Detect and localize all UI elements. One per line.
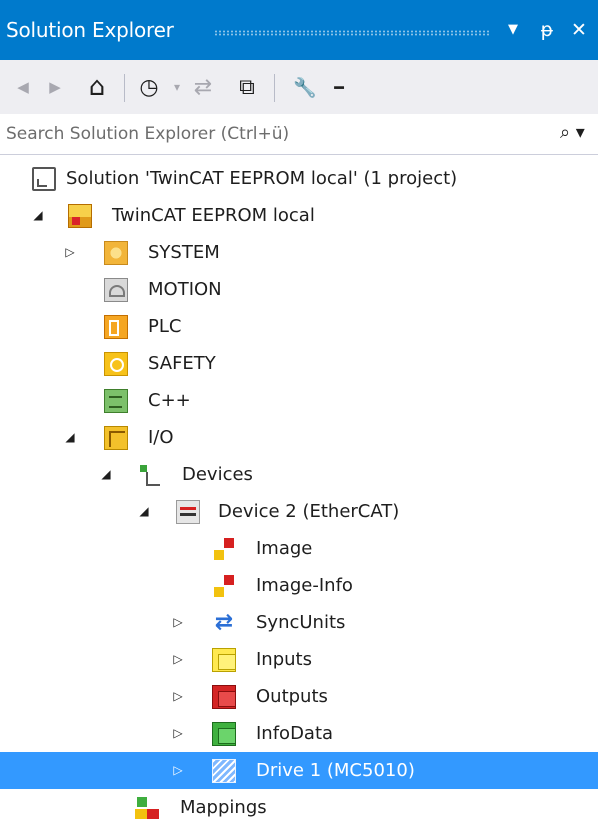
ethercat-icon — [176, 500, 200, 524]
tree-item-safety[interactable]: SAFETY — [0, 345, 598, 382]
tree-item-label: Devices — [182, 464, 253, 485]
solution-icon — [32, 167, 56, 191]
infodata-icon — [212, 722, 236, 746]
search-input[interactable] — [4, 118, 548, 150]
toolbar-separator — [124, 74, 125, 102]
search-icon[interactable]: ⌕ ▾ — [560, 118, 594, 148]
plc-icon — [104, 315, 128, 339]
image-info-icon — [212, 574, 236, 598]
outputs-icon — [212, 685, 236, 709]
motion-icon — [104, 278, 128, 302]
tree-item-sync-units[interactable]: ▷ ⇄ SyncUnits — [0, 604, 598, 641]
expanded-arrow-icon[interactable]: ◢ — [30, 197, 46, 234]
tree-item-label: C++ — [148, 390, 191, 411]
expanded-arrow-icon[interactable]: ◢ — [136, 493, 152, 530]
solution-tree: Solution 'TwinCAT EEPROM local' (1 proje… — [0, 160, 598, 819]
search-bar: ⌕ ▾ — [0, 114, 598, 155]
forward-icon[interactable]: ▶ — [40, 72, 70, 102]
tree-item-label: TwinCAT EEPROM local — [112, 205, 315, 226]
io-icon — [104, 426, 128, 450]
tree-item-label: Outputs — [256, 686, 328, 707]
drive-icon — [212, 759, 236, 783]
expanded-arrow-icon[interactable]: ◢ — [98, 456, 114, 493]
tree-item-label: SYSTEM — [148, 242, 220, 263]
project-icon — [68, 204, 92, 228]
tree-item-label: Inputs — [256, 649, 312, 670]
tree-item-inputs[interactable]: ▷ Inputs — [0, 641, 598, 678]
titlebar-grip[interactable] — [214, 30, 490, 36]
tree-item-image[interactable]: Image — [0, 530, 598, 567]
close-icon[interactable]: ✕ — [566, 14, 592, 46]
tree-item-io[interactable]: ◢ I/O — [0, 419, 598, 456]
tree-item-label: Mappings — [180, 797, 267, 818]
sync-with-active-document-icon[interactable]: ⇄ — [188, 72, 218, 102]
tree-item-label: Solution 'TwinCAT EEPROM local' (1 proje… — [66, 168, 458, 189]
tree-item-label: InfoData — [256, 723, 334, 744]
devices-icon — [138, 463, 162, 487]
collapse-all-icon[interactable]: ⧉ — [232, 72, 262, 102]
tree-item-mappings[interactable]: Mappings — [0, 789, 598, 826]
tree-item-drive-1[interactable]: ▷ Drive 1 (MC5010) — [0, 752, 598, 789]
inputs-icon — [212, 648, 236, 672]
collapsed-arrow-icon[interactable]: ▷ — [170, 715, 186, 752]
tree-item-label: SAFETY — [148, 353, 216, 374]
collapsed-arrow-icon[interactable]: ▷ — [170, 604, 186, 641]
tree-item-label: Image — [256, 538, 313, 559]
tree-item-infodata[interactable]: ▷ InfoData — [0, 715, 598, 752]
tree-item-project[interactable]: ◢ TwinCAT EEPROM local — [0, 197, 598, 234]
tree-item-solution[interactable]: Solution 'TwinCAT EEPROM local' (1 proje… — [0, 160, 598, 197]
tree-item-device-2-ethercat[interactable]: ◢ Device 2 (EtherCAT) — [0, 493, 598, 530]
tree-item-system[interactable]: ▷ SYSTEM — [0, 234, 598, 271]
safety-icon — [104, 352, 128, 376]
collapsed-arrow-icon[interactable]: ▷ — [170, 641, 186, 678]
tree-item-outputs[interactable]: ▷ Outputs — [0, 678, 598, 715]
tree-item-label: PLC — [148, 316, 182, 337]
tree-item-label: MOTION — [148, 279, 222, 300]
minus-icon[interactable]: ━ — [324, 72, 354, 102]
pending-changes-filter-icon[interactable]: ◷ — [134, 72, 164, 102]
collapsed-arrow-icon[interactable]: ▷ — [62, 234, 78, 271]
panel-title: Solution Explorer — [6, 18, 174, 42]
tree-item-motion[interactable]: MOTION — [0, 271, 598, 308]
expanded-arrow-icon[interactable]: ◢ — [62, 419, 78, 456]
tree-item-label: I/O — [148, 427, 174, 448]
tree-item-label: Image-Info — [256, 575, 353, 596]
wrench-icon[interactable]: 🔧 — [290, 72, 320, 102]
tree-item-label: Drive 1 (MC5010) — [256, 760, 415, 781]
home-icon[interactable]: ⌂ — [82, 72, 112, 102]
tree-item-cpp[interactable]: C++ — [0, 382, 598, 419]
tree-item-devices[interactable]: ◢ Devices — [0, 456, 598, 493]
solution-explorer-titlebar: Solution Explorer ▼ ᵽ ✕ — [0, 0, 598, 60]
system-icon — [104, 241, 128, 265]
mappings-icon — [136, 796, 160, 820]
collapsed-arrow-icon[interactable]: ▷ — [170, 678, 186, 715]
pin-icon[interactable]: ᵽ — [534, 14, 560, 46]
back-icon[interactable]: ◀ — [8, 72, 38, 102]
cpp-icon — [104, 389, 128, 413]
tree-item-plc[interactable]: PLC — [0, 308, 598, 345]
window-position-dropdown-button[interactable]: ▼ — [500, 14, 526, 46]
image-icon — [212, 537, 236, 561]
tree-item-label: SyncUnits — [256, 612, 346, 633]
sync-units-icon: ⇄ — [214, 610, 234, 635]
toolbar-separator — [274, 74, 275, 102]
solution-explorer-toolbar: ◀ ▶ ⌂ ◷ ▾ ⇄ ⧉ 🔧 ━ — [0, 60, 598, 115]
tree-item-label: Device 2 (EtherCAT) — [218, 501, 400, 522]
tree-item-image-info[interactable]: Image-Info — [0, 567, 598, 604]
collapsed-arrow-icon[interactable]: ▷ — [170, 752, 186, 789]
